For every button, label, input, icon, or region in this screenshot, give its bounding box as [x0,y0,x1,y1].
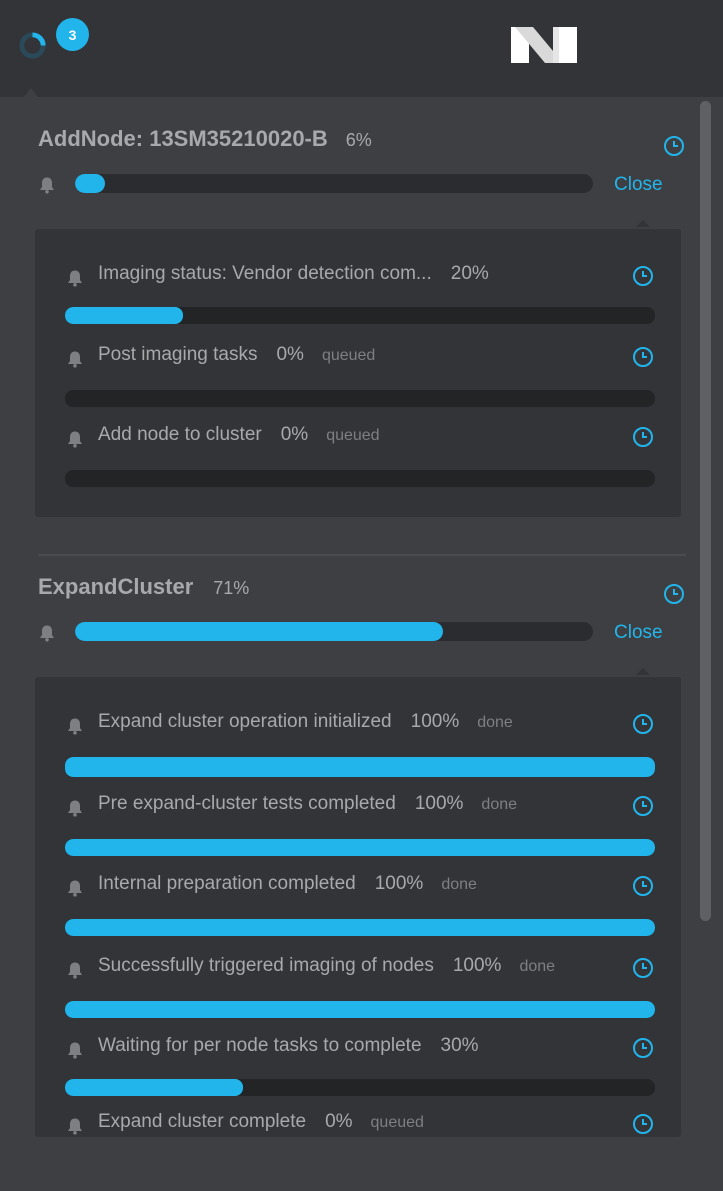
scrollbar-thumb[interactable] [700,101,711,921]
subtask-progress-fill [65,757,655,777]
subtask-status: done [441,876,477,893]
subtask-panel: Expand cluster operation initialized 100%… [35,677,681,1137]
subtask-progress-fill [65,839,655,856]
task-progress-fill [75,174,105,193]
task-progress-bar [75,174,593,193]
clock-icon[interactable] [632,265,654,287]
subtask-percent: 0% [280,424,309,445]
bell-icon[interactable] [66,430,84,448]
clock-icon[interactable] [663,135,685,157]
subtask-row: Successfully triggered imaging of nodes 1… [35,955,681,1035]
bell-icon[interactable] [66,961,84,979]
subtask-status: queued [321,347,376,364]
subtask-progress-bar [65,919,655,936]
subtask-status: queued [326,427,380,444]
subtask-progress-bar [65,390,655,407]
nutanix-logo-icon [511,27,577,63]
subtask-label: Internal preparation completed 100% done [98,873,477,894]
clock-icon[interactable] [632,713,654,735]
subtask-row: Pre expand-cluster tests completed 100% do… [35,793,681,873]
subtask-percent: 100% [452,955,502,976]
subpanel-caret [636,668,650,675]
subtask-percent: 100% [414,793,464,814]
bell-icon[interactable] [66,1041,84,1059]
subtask-percent: 100% [374,873,424,894]
subtask-label: Imaging status: Vendor detection com... 2… [98,263,489,284]
task-progress-bar [75,622,593,641]
subtask-row: Imaging status: Vendor detection com... 2… [35,263,681,343]
clock-icon[interactable] [632,875,654,897]
subtask-status: queued [370,1114,424,1131]
task-percent: 71% [213,578,250,598]
subtask-progress-fill [65,307,183,324]
subtask-progress-bar [65,470,655,487]
bell-icon[interactable] [66,799,84,817]
task-title: ExpandCluster 71% [38,574,250,599]
subtask-row: Post imaging tasks 0% queued [35,344,681,424]
subtask-row: Internal preparation completed 100% done [35,873,681,953]
task-title: AddNode: 13SM35210020-B 6% [38,126,372,151]
subtask-progress-fill [65,1001,655,1018]
clock-icon[interactable] [632,795,654,817]
subtask-progress-bar [65,757,655,777]
subtask-label: Pre expand-cluster tests completed 100% do… [98,793,518,814]
progress-spinner-icon[interactable] [18,31,47,60]
subtask-progress-bar [65,839,655,856]
task-percent: 6% [345,130,372,150]
clock-icon[interactable] [663,583,685,605]
task-header: 3 [0,0,723,97]
subtask-status: done [477,714,513,731]
subtask-status: done [481,796,518,813]
subtask-percent: 0% [325,1111,353,1132]
clock-icon[interactable] [632,1113,654,1135]
subtask-status: done [519,958,556,975]
subtask-percent: 0% [276,344,304,365]
task-count-badge[interactable]: 3 [56,18,89,51]
subtask-percent: 20% [450,263,489,284]
subtask-label: Post imaging tasks 0% queued [98,344,376,365]
subtask-label: Add node to cluster 0% queued [98,424,380,445]
subtask-percent: 30% [440,1035,479,1056]
group-divider [38,554,686,556]
clock-icon[interactable] [632,1037,654,1059]
task-progress-fill [75,622,443,641]
bell-icon[interactable] [66,879,84,897]
subtask-label: Successfully triggered imaging of nodes 1… [98,955,556,976]
subtask-row: Add node to cluster 0% queued [35,424,681,504]
bell-icon[interactable] [66,1117,84,1135]
bell-icon[interactable] [66,269,84,287]
subtask-progress-bar [65,1079,655,1096]
subtask-panel: Imaging status: Vendor detection com... 2… [35,229,681,517]
subtask-row: Expand cluster complete 0% queued [35,1111,681,1191]
bell-icon[interactable] [66,717,84,735]
subtask-percent: 100% [410,711,460,732]
popover-caret [24,88,38,97]
bell-icon[interactable] [38,624,56,642]
clock-icon[interactable] [632,957,654,979]
subtask-progress-fill [65,919,655,936]
subtask-label: Waiting for per node tasks to complete 30… [98,1035,479,1056]
close-button[interactable]: Close [614,174,663,196]
clock-icon[interactable] [632,346,654,368]
subtask-label: Expand cluster complete 0% queued [98,1111,424,1132]
subtask-row: Waiting for per node tasks to complete 30… [35,1035,681,1115]
subtask-progress-bar [65,1001,655,1018]
subtask-progress-bar [65,307,655,324]
subpanel-caret [636,220,650,227]
subtask-label: Expand cluster operation initialized 100%… [98,711,513,732]
clock-icon[interactable] [632,426,654,448]
subtask-row: Expand cluster operation initialized 100%… [35,711,681,791]
subtask-progress-fill [65,1079,243,1096]
close-button[interactable]: Close [614,622,663,644]
bell-icon[interactable] [66,350,84,368]
bell-icon[interactable] [38,176,56,194]
